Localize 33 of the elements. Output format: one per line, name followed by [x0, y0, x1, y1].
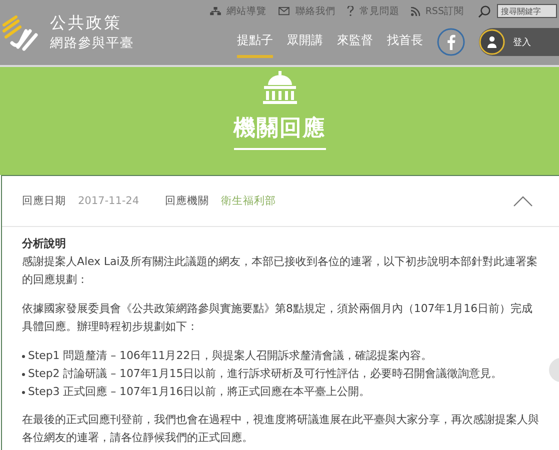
paragraph: 感謝提案人Alex Lai及所有關注此議題的網友，本部已接收到各位的連署，以下初步說明本部針對此連署案的回應規劃： [22, 254, 539, 288]
nav-tab[interactable]: 提點子 [237, 26, 273, 58]
list-item: Step2 討論研議 – 107年1月15日以前，進行訴求研析及可行性評估，必要時召開會議徵詢意見。 [22, 365, 539, 383]
nav-tab[interactable]: 來監督 [337, 26, 373, 58]
nav-tab[interactable]: 眾開講 [287, 26, 323, 58]
login-button[interactable]: 登入 [479, 28, 559, 56]
government-building-icon [262, 71, 298, 105]
facebook-icon[interactable] [437, 28, 465, 56]
field-label: 回應日期 [22, 194, 66, 208]
analysis-heading: 分析說明 [22, 236, 67, 252]
list-item: Step3 正式回應 – 107年1月16日以前，將正式回應在本平臺上公開。 [22, 383, 539, 401]
user-icon [479, 29, 505, 55]
site-subtitle: 網路參與平臺 [50, 35, 134, 52]
nav-tab[interactable]: 找首長 [387, 26, 423, 58]
paragraph: 依據國家發展委員會《公共政策網路參與實施要點》第8點規定，須於兩個月內（107年1月16日前）完成具體回應。辦理時程初步規劃如下： [22, 301, 534, 335]
sitemap-icon [210, 6, 222, 16]
response-date: 2017-11-24 [78, 195, 140, 207]
section-title: 機關回應 [234, 113, 326, 150]
rss-icon [411, 6, 420, 16]
agency-name: 衛生福利部 [221, 194, 276, 208]
search-icon[interactable] [478, 4, 491, 18]
mail-icon [278, 6, 290, 16]
paragraph: 在最後的正式回應刊登前，我們也會在過程中，視進度將研議進展在此平臺與大家分享，再次感謝提案人與各位網友的連署，請各位靜候我們的正式回應。 [22, 412, 539, 446]
search-field[interactable]: 搜尋關鍵字 [497, 4, 557, 18]
top-link[interactable]: RSS訂閱 [411, 4, 464, 18]
field-label: 回應機關 [165, 194, 210, 208]
collapse-icon[interactable] [513, 195, 533, 207]
top-link[interactable]: 聯絡我們 [278, 4, 336, 18]
top-link[interactable]: 常見問題 [347, 4, 400, 18]
list-item: Step1 問題釐清 – 106年11月22日，與提案人召開訴求釐清會議，確認提案內容。 [22, 347, 539, 365]
top-link[interactable]: 網站導覽 [210, 4, 266, 18]
question-icon [347, 6, 354, 16]
site-title: 公共政策 [50, 13, 123, 34]
